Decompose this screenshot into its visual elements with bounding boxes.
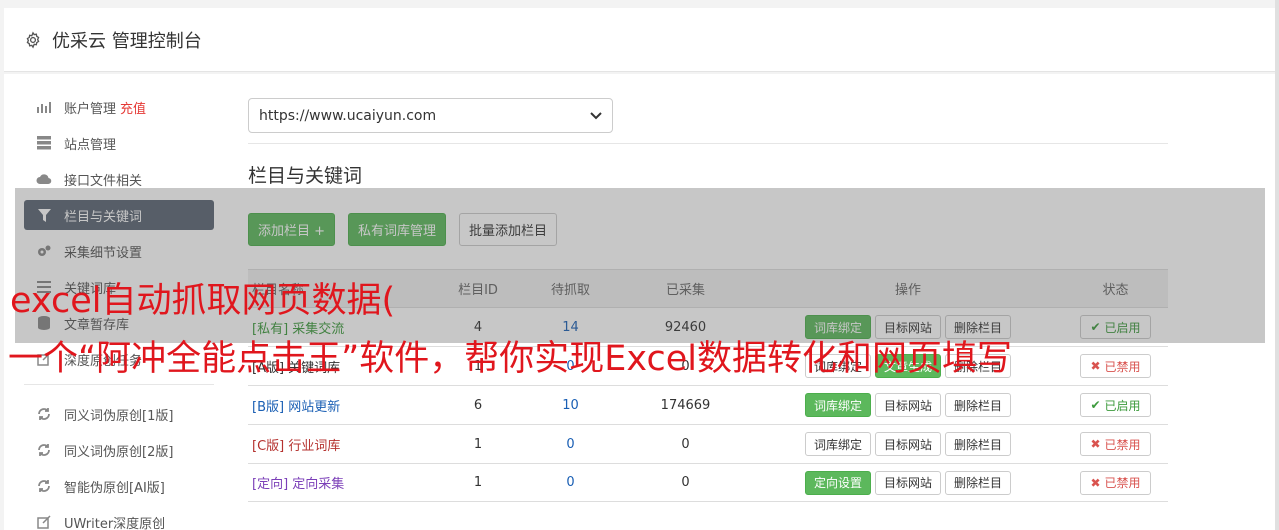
- cloud-upload-icon: [36, 171, 52, 187]
- bind-lib-button[interactable]: 词库绑定: [804, 432, 871, 456]
- sidebar-item-synonym-v1[interactable]: 同义词伪原创[1版]: [24, 399, 214, 429]
- column-name-link[interactable]: [B版] 网站更新: [248, 396, 433, 415]
- sidebar-item-label: 智能伪原创[AI版]: [64, 480, 165, 496]
- overlay-caption-line1: excel自动抓取网页数据(: [10, 281, 396, 321]
- delete-column-button[interactable]: 删除栏目: [945, 393, 1012, 417]
- status-toggle[interactable]: ✖ 已禁用: [1079, 432, 1152, 456]
- status-toggle[interactable]: ✖ 已禁用: [1079, 354, 1152, 378]
- server-icon: [36, 135, 52, 151]
- sidebar-item-account[interactable]: 账户管理 充值: [24, 92, 214, 122]
- refresh-icon: [36, 478, 52, 494]
- cross-icon: ✖: [1090, 359, 1101, 373]
- target-site-button[interactable]: 目标网站: [874, 393, 941, 417]
- target-site-button[interactable]: 目标网站: [874, 432, 941, 456]
- status-toggle[interactable]: ✔ 已启用: [1079, 393, 1152, 417]
- sidebar-item-label: 同义词伪原创[1版]: [64, 408, 174, 424]
- status-toggle[interactable]: ✖ 已禁用: [1079, 470, 1152, 495]
- sidebar-item-label: 接口文件相关: [64, 173, 143, 189]
- row-actions: 词库绑定 目标网站 删除栏目: [753, 393, 1063, 417]
- target-site-button[interactable]: 目标网站: [874, 470, 941, 495]
- table-row: [B版] 网站更新 6 10 174669 词库绑定 目标网站 删除栏目 ✔ 已启用: [248, 385, 1168, 424]
- pending-count[interactable]: 0: [523, 475, 618, 490]
- site-select-value: https://www.ucaiyun.com: [259, 107, 437, 124]
- status-label: 已禁用: [1104, 359, 1141, 374]
- app-title: 优采云 管理控制台: [52, 30, 202, 52]
- status-cell: ✖ 已禁用: [1063, 470, 1168, 495]
- delete-column-button[interactable]: 删除栏目: [945, 470, 1012, 495]
- status-label: 已启用: [1104, 398, 1141, 413]
- bind-lib-button[interactable]: 定向设置: [804, 470, 871, 495]
- column-id: 1: [473, 475, 483, 490]
- collected-count: 0: [681, 475, 690, 490]
- sidebar-item-label: 同义词伪原创[2版]: [64, 444, 174, 460]
- recharge-link[interactable]: 充值: [120, 98, 146, 117]
- bind-lib-button[interactable]: 词库绑定: [804, 393, 871, 417]
- sidebar-item-label: UWriter深度原创: [64, 516, 166, 530]
- page-scrollbar[interactable]: [1275, 0, 1279, 530]
- column-name-link[interactable]: [C版] 行业词库: [248, 435, 433, 454]
- overlay-caption-line2: 一个“阿冲全能点击王”软件，帮你实现Excel数据转化和网页填写: [8, 339, 1012, 379]
- status-label: 已禁用: [1104, 476, 1141, 490]
- delete-column-button[interactable]: 删除栏目: [945, 432, 1012, 456]
- gear-icon: [24, 30, 42, 49]
- cross-icon: ✖: [1090, 437, 1101, 451]
- table-row: [C版] 行业词库 1 0 0 词库绑定 目标网站 删除栏目 ✖ 已禁用: [248, 424, 1168, 463]
- divider: [248, 143, 1168, 144]
- pending-count[interactable]: 0: [523, 437, 618, 452]
- pending-count[interactable]: 10: [523, 398, 618, 413]
- refresh-icon: [36, 442, 52, 458]
- chevron-down-icon: [590, 108, 602, 124]
- row-actions: 词库绑定 目标网站 删除栏目: [753, 432, 1063, 456]
- app-header: 优采云 管理控制台: [4, 8, 1275, 72]
- sidebar-item-synonym-v2[interactable]: 同义词伪原创[2版]: [24, 435, 214, 465]
- sidebar-divider: [24, 384, 214, 385]
- site-select[interactable]: https://www.ucaiyun.com: [248, 98, 613, 133]
- column-name-link[interactable]: [定向] 定向采集: [248, 473, 433, 492]
- row-actions: 定向设置 目标网站 删除栏目: [753, 470, 1063, 495]
- column-id: 1: [473, 436, 483, 452]
- collected-count: 174669: [660, 397, 711, 413]
- refresh-icon: [36, 406, 52, 422]
- section-title: 栏目与关键词: [248, 165, 363, 187]
- sidebar-item-ai-rewrite[interactable]: 智能伪原创[AI版]: [24, 471, 214, 501]
- table-row: [定向] 定向采集 1 0 0 定向设置 目标网站 删除栏目 ✖ 已禁用: [248, 463, 1168, 502]
- column-id: 6: [473, 397, 483, 413]
- sidebar-item-uwriter[interactable]: UWriter深度原创: [24, 507, 214, 530]
- sidebar-item-sites[interactable]: 站点管理: [24, 128, 214, 158]
- edit-icon: [36, 514, 52, 530]
- bar-chart-icon: [36, 99, 52, 115]
- check-icon: ✔: [1090, 398, 1101, 412]
- status-cell: ✖ 已禁用: [1063, 432, 1168, 456]
- cross-icon: ✖: [1090, 475, 1101, 490]
- status-cell: ✔ 已启用: [1063, 393, 1168, 417]
- sidebar-item-label: 站点管理: [64, 137, 117, 153]
- sidebar-item-label: 账户管理: [64, 101, 117, 117]
- collected-count: 0: [681, 436, 690, 452]
- status-label: 已禁用: [1104, 437, 1141, 452]
- status-cell: ✖ 已禁用: [1063, 354, 1168, 378]
